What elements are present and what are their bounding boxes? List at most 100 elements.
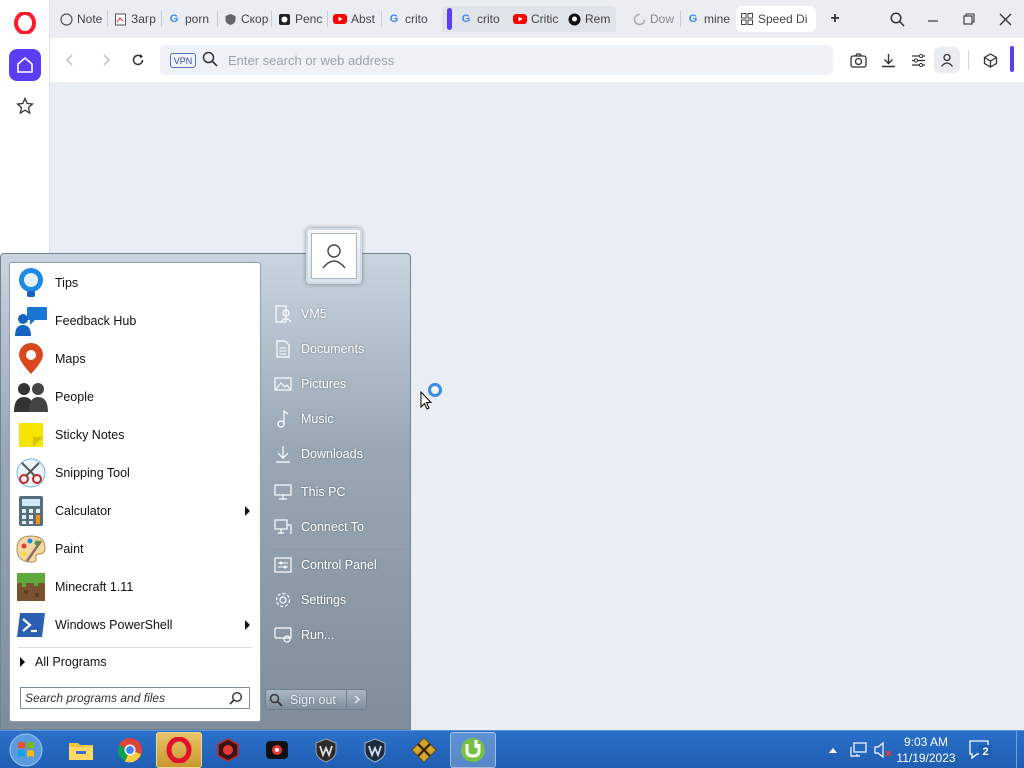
chrome-icon[interactable] [107,732,153,768]
search-tabs-icon[interactable] [882,6,912,32]
show-desktop-button[interactable] [1016,731,1024,768]
calculator-icon [14,494,48,528]
address-bar[interactable]: VPN [160,45,833,75]
tab-strip: Note Загр G porn Скор Penc Abst G crito … [50,0,1024,38]
tab-6[interactable]: G crito [383,6,435,32]
program-windows-powershell[interactable]: Windows PowerShell [12,607,258,643]
user-avatar[interactable] [306,228,362,284]
shutdown-options-arrow-icon[interactable] [346,690,366,709]
tab-12-active[interactable]: Speed Di [736,6,816,32]
home-icon[interactable] [9,49,41,81]
submenu-arrow-icon[interactable] [245,506,250,516]
pictures-icon [273,374,293,394]
minimize-icon[interactable] [918,6,948,32]
profile-icon[interactable] [934,47,960,73]
google-icon: G [688,13,698,25]
right-item-settings[interactable]: Settings [269,587,407,613]
opera-taskbar-icon[interactable] [156,732,202,768]
right-item-music[interactable]: Music [269,406,407,432]
program-label: Minecraft 1.11 [55,580,134,594]
camera-snapshot-icon[interactable] [848,50,868,70]
tab-label: crito [477,12,500,26]
right-item-label: Downloads [301,447,363,461]
download-icon[interactable] [878,50,898,70]
reload-icon[interactable] [127,49,149,71]
volume-muted-icon[interactable] [872,731,894,768]
all-programs[interactable]: All Programs [20,652,107,672]
right-item-connect-to[interactable]: Connect To [269,514,407,540]
busy-cursor-icon [420,382,444,410]
world-of-warships-icon[interactable] [352,732,398,768]
opera-logo-icon[interactable] [12,10,38,36]
maps-pin-icon [14,342,48,376]
program-maps[interactable]: Maps [12,341,258,377]
star-bookmarks-icon[interactable] [13,94,37,118]
program-paint[interactable]: Paint [12,531,258,567]
tab-5[interactable]: Abst [329,6,379,32]
program-minecraft[interactable]: Minecraft 1.11 [12,569,258,605]
right-item-documents[interactable]: Documents [269,336,407,362]
tab-9[interactable]: Rem [563,6,615,32]
documents-icon [273,339,293,359]
document-icon [113,12,127,26]
tab-3[interactable]: Скор [219,6,269,32]
right-item-downloads[interactable]: Downloads [269,441,407,467]
taskbar: 9:03 AM 11/19/2023 2 [0,730,1024,768]
extensions-cube-icon[interactable] [980,50,1000,70]
right-item-vm5[interactable]: VM5 [269,301,407,327]
tab-10[interactable]: Dow [628,6,678,32]
tab-11[interactable]: G mine [682,6,734,32]
clock-time: 9:03 AM [903,735,949,749]
people-icon [14,380,48,414]
show-hidden-icons-arrow-icon[interactable] [826,731,840,768]
address-input[interactable] [228,51,818,69]
program-feedback-hub[interactable]: Feedback Hub [12,303,258,339]
tab-1[interactable]: Загр [109,6,159,32]
tab-label: crito [405,12,428,26]
right-item-run[interactable]: Run... [269,622,407,648]
tab-4[interactable]: Penc [273,6,325,32]
world-of-tanks-icon[interactable] [303,732,349,768]
program-tips[interactable]: Tips [12,265,258,301]
tab-label: Загр [131,12,156,26]
right-item-this-pc[interactable]: This PC [269,479,407,505]
network-icon[interactable] [848,731,870,768]
vpn-badge[interactable]: VPN [170,53,196,68]
app-red-hex-icon[interactable] [205,732,251,768]
restore-icon[interactable] [954,6,984,32]
control-panel-icon [273,555,293,575]
right-item-control-panel[interactable]: Control Panel [269,552,407,578]
easy-setup-icon[interactable] [908,50,928,70]
tab-label: Rem [585,12,611,26]
tab-7[interactable]: G crito [455,6,509,32]
back-icon[interactable] [59,49,81,71]
forward-icon[interactable] [95,49,117,71]
youtube-icon [513,12,527,26]
tab-8[interactable]: Critic [509,6,561,32]
utorrent-icon[interactable] [450,732,496,768]
tab-2[interactable]: G porn [163,6,215,32]
right-item-pictures[interactable]: Pictures [269,371,407,397]
start-search-box[interactable] [20,687,250,709]
tab-label: Note [77,12,103,26]
tab-label: mine [704,12,731,26]
program-calculator[interactable]: Calculator [12,493,258,529]
tab-label: Dow [650,12,675,26]
program-sticky-notes[interactable]: Sticky Notes [12,417,258,453]
new-tab-plus-icon[interactable]: + [825,9,845,29]
tab-0[interactable]: Note [55,6,105,32]
submenu-arrow-icon[interactable] [245,620,250,630]
system-clock[interactable]: 9:03 AM 11/19/2023 [894,734,958,766]
program-people[interactable]: People [12,379,258,415]
crossed-swords-icon[interactable] [401,732,447,768]
recorder-icon[interactable] [254,732,300,768]
program-snipping-tool[interactable]: Snipping Tool [12,455,258,491]
start-search-input[interactable] [25,690,225,706]
program-label: Snipping Tool [55,466,130,480]
sign-out-button[interactable]: Sign out [265,689,367,710]
close-icon[interactable] [990,6,1020,32]
action-center-icon[interactable]: 2 [968,739,992,761]
right-item-label: This PC [301,485,346,499]
start-orb-icon[interactable] [6,732,46,768]
file-explorer-icon[interactable] [58,732,104,768]
